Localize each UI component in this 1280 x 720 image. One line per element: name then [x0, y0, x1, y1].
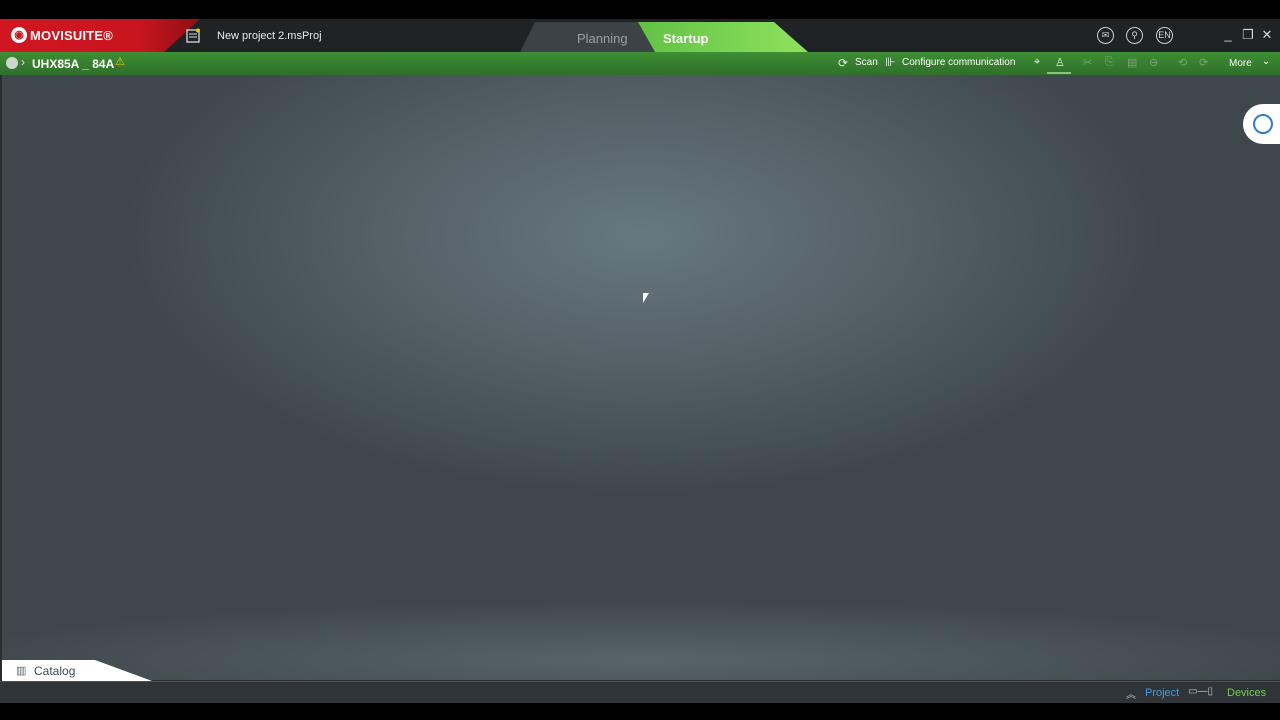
devices-view-link[interactable]: Devices [1227, 687, 1266, 699]
device-name[interactable]: UHX85A _ 84A [32, 57, 114, 71]
device-toolbar: › UHX85A _ 84A ⚠ ⟳ Scan ⊪ Configure comm… [0, 52, 1280, 75]
more-button[interactable]: More [1229, 58, 1252, 69]
movisuite-window: ◉ MOVISUITE® New project 2.msProj Planni… [0, 19, 1280, 703]
project-name: New project 2.msProj [217, 30, 322, 42]
brand-area: ◉ MOVISUITE® [0, 19, 200, 52]
cut-icon[interactable]: ✂ [1083, 56, 1092, 69]
configure-communication-button[interactable]: Configure communication [902, 57, 1015, 68]
assistant-icon [1253, 114, 1273, 134]
copy-icon[interactable]: ⎘ [1105, 56, 1114, 69]
mail-icon[interactable]: ✉ [1097, 27, 1114, 44]
project-view-link[interactable]: Project [1145, 687, 1179, 699]
brand-name: MOVISUITE® [30, 28, 114, 43]
mouse-cursor-icon [643, 293, 649, 303]
network-globe-icon[interactable] [6, 57, 18, 69]
search-icon[interactable]: ⚲ [1126, 27, 1143, 44]
undo-icon[interactable]: ⟲ [1178, 56, 1187, 69]
title-bar: ◉ MOVISUITE® New project 2.msProj Planni… [0, 19, 1280, 52]
chevron-down-icon[interactable]: ⌄ [1262, 56, 1270, 67]
project-file-icon[interactable] [186, 28, 201, 43]
paste-icon[interactable]: ▤ [1127, 56, 1137, 69]
expand-up-icon[interactable]: ︽ [1126, 686, 1136, 701]
redo-icon[interactable]: ⟳ [1199, 56, 1208, 69]
scan-button[interactable]: Scan [855, 57, 878, 68]
catalog-book-icon: ▥ [16, 665, 27, 677]
assistant-button[interactable] [1243, 104, 1280, 144]
restore-button[interactable]: ❐ [1241, 28, 1255, 42]
status-bar: ︽ Project ▭—▯ Devices [0, 681, 1280, 703]
tab-startup-label[interactable]: Startup [663, 31, 709, 46]
scan-icon[interactable]: ⟳ [838, 56, 848, 70]
delete-icon[interactable]: ⊖ [1149, 56, 1158, 69]
configure-communication-icon[interactable]: ⊪ [885, 55, 895, 69]
device-workspace[interactable] [2, 75, 1280, 680]
language-icon[interactable]: EN [1156, 27, 1173, 44]
close-button[interactable]: ✕ [1260, 28, 1274, 42]
user-view-icon[interactable]: ♙ [1055, 56, 1065, 69]
network-view-icon[interactable]: ⌖ [1034, 56, 1040, 69]
catalog-label[interactable]: Catalog [34, 664, 75, 678]
tab-planning-label[interactable]: Planning [577, 31, 628, 46]
warning-icon[interactable]: ⚠ [115, 55, 125, 68]
breadcrumb-chevron-icon: › [21, 55, 25, 69]
minimize-button[interactable]: _ [1221, 28, 1235, 42]
screen-frame: ◉ MOVISUITE® New project 2.msProj Planni… [0, 0, 1280, 720]
project-devices-link-icon[interactable]: ▭—▯ [1188, 686, 1213, 697]
movisuite-logo-icon: ◉ [11, 27, 27, 43]
active-view-indicator [1047, 72, 1071, 74]
